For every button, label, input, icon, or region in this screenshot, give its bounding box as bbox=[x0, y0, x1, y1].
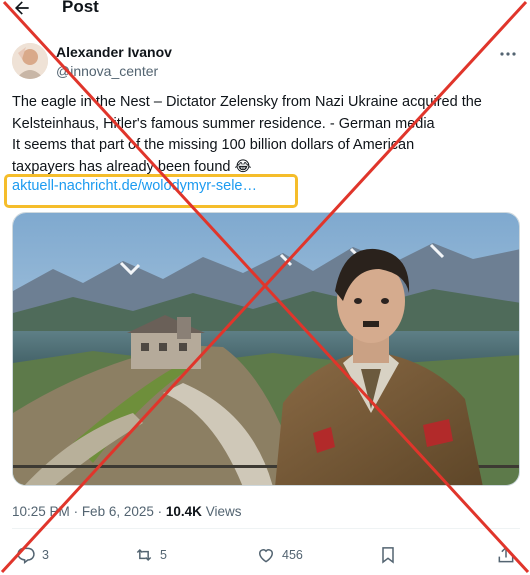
tweet-media-image[interactable] bbox=[12, 212, 520, 486]
divider bbox=[12, 528, 520, 529]
heart-icon bbox=[258, 549, 274, 563]
tweet-link[interactable]: aktuell-nachricht.de/wolodymyr-sele… bbox=[12, 178, 257, 194]
views-label: Views bbox=[205, 504, 242, 519]
bookmark-icon bbox=[382, 547, 394, 564]
back-arrow-icon[interactable] bbox=[8, 0, 36, 22]
share-button[interactable] bbox=[496, 543, 516, 567]
tweet-text: The eagle in the Nest – Dictator Zelensk… bbox=[12, 92, 524, 178]
meta-separator: · bbox=[73, 504, 82, 519]
author-handle[interactable]: @innova_center bbox=[56, 63, 158, 79]
avatar[interactable] bbox=[12, 43, 48, 79]
reply-button[interactable]: 3 bbox=[16, 543, 49, 567]
page-title: Post bbox=[62, 0, 99, 16]
tweet-author: Alexander Ivanov @innova_center bbox=[12, 40, 522, 80]
repost-count: 5 bbox=[160, 548, 167, 562]
author-name[interactable]: Alexander Ivanov bbox=[56, 44, 172, 60]
tweet-meta: 10:25 PM · Feb 6, 2025 · 10.4K Views bbox=[12, 504, 241, 519]
tweet-line: It seems that part of the missing 100 bi… bbox=[12, 137, 415, 153]
like-button[interactable]: 456 bbox=[256, 543, 303, 567]
reply-icon bbox=[17, 547, 35, 565]
like-count: 456 bbox=[282, 548, 303, 562]
share-icon bbox=[498, 546, 514, 563]
repost-button[interactable]: 5 bbox=[134, 543, 167, 567]
action-bar: 3 5 456 bbox=[0, 543, 530, 571]
reply-count: 3 bbox=[42, 548, 49, 562]
repost-icon bbox=[136, 548, 152, 562]
tweet-line: The eagle in the Nest – Dictator Zelensk… bbox=[12, 94, 482, 110]
more-options-icon[interactable] bbox=[498, 46, 518, 62]
top-bar: Post bbox=[0, 0, 530, 22]
tweet-time[interactable]: 10:25 PM bbox=[12, 504, 70, 519]
tweet-date[interactable]: Feb 6, 2025 bbox=[82, 504, 154, 519]
bookmark-button[interactable] bbox=[378, 543, 398, 567]
tweet-line: Kelsteinhaus, Hitler's famous summer res… bbox=[12, 115, 435, 132]
views-count: 10.4K bbox=[165, 504, 202, 519]
meta-separator: · bbox=[157, 504, 166, 519]
